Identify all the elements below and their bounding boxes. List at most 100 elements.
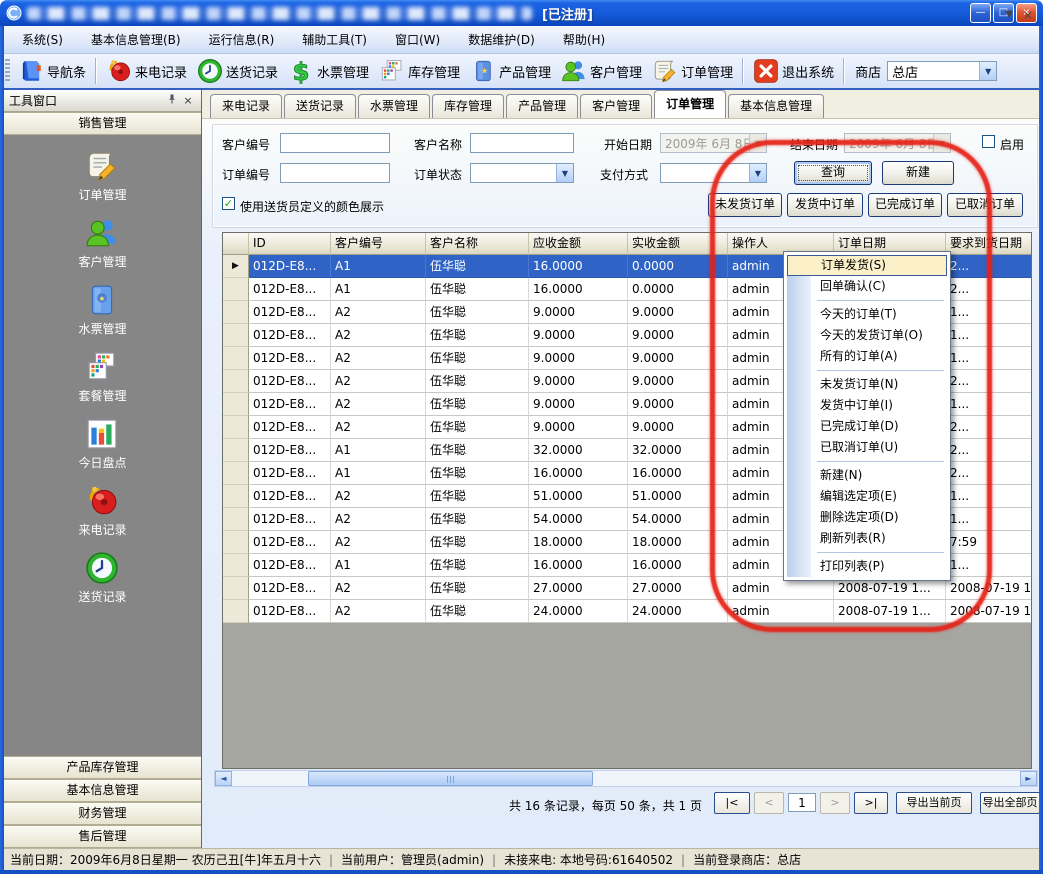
close-icon[interactable]: × (180, 93, 196, 109)
tab-订单管理[interactable]: 订单管理 (654, 90, 726, 118)
sidebar-item-card[interactable]: ★水票管理 (78, 283, 126, 337)
table-cell[interactable]: 0.0000 (628, 255, 728, 278)
sidebar-group[interactable]: 售后管理 (4, 825, 201, 848)
table-cell[interactable]: 9.0000 (628, 393, 728, 416)
table-cell[interactable]: 伍华聪 (426, 508, 529, 531)
context-menu-item[interactable]: 回单确认(C) (787, 276, 947, 297)
context-menu-item[interactable]: 今天的订单(T) (787, 304, 947, 325)
table-cell[interactable]: admin (728, 600, 834, 623)
table-cell[interactable]: 1... (946, 347, 1032, 370)
shop-combobox[interactable]: 总店 ▼ (887, 61, 997, 81)
minimize-button[interactable]: — (970, 3, 991, 23)
menu-item[interactable]: 数据维护(D) (454, 26, 549, 53)
status-filter-button[interactable]: 未发货订单 (708, 193, 782, 217)
new-button[interactable]: 新建 (882, 161, 954, 185)
table-cell[interactable]: 012D-E8... (249, 600, 331, 623)
toolbar-button-notebook[interactable]: 导航条 (13, 56, 91, 86)
table-cell[interactable]: 16.0000 (628, 554, 728, 577)
page-number-input[interactable] (788, 793, 816, 812)
table-cell[interactable]: 1... (946, 393, 1032, 416)
tab-水票管理[interactable]: 水票管理 (358, 94, 430, 118)
table-cell[interactable]: A2 (331, 347, 426, 370)
table-cell[interactable]: 伍华聪 (426, 485, 529, 508)
table-cell[interactable]: 2... (946, 278, 1032, 301)
table-cell[interactable]: 012D-E8... (249, 255, 331, 278)
table-cell[interactable]: 16.0000 (529, 554, 628, 577)
tab-产品管理[interactable]: 产品管理 (506, 94, 578, 118)
grid-column-header[interactable]: 应收金额 (529, 233, 628, 255)
table-cell[interactable]: 9.0000 (628, 370, 728, 393)
table-cell[interactable]: A2 (331, 485, 426, 508)
next-page-button[interactable]: > (820, 792, 850, 814)
table-cell[interactable]: 1... (946, 485, 1032, 508)
table-cell[interactable]: 伍华聪 (426, 278, 529, 301)
start-date-picker[interactable]: 2009年 6月 8日 ▼ (660, 133, 767, 153)
table-cell[interactable]: A2 (331, 416, 426, 439)
sidebar-item-bell[interactable]: 来电记录 (78, 484, 126, 538)
table-cell[interactable]: 24.0000 (529, 600, 628, 623)
pay-method-combobox[interactable]: ▼ (660, 163, 767, 183)
table-cell[interactable]: 32.0000 (529, 439, 628, 462)
table-cell[interactable]: 012D-E8... (249, 554, 331, 577)
table-cell[interactable]: 012D-E8... (249, 508, 331, 531)
table-cell[interactable]: 9.0000 (529, 393, 628, 416)
table-cell[interactable]: 32.0000 (628, 439, 728, 462)
table-cell[interactable]: 012D-E8... (249, 439, 331, 462)
close-icon[interactable]: × (1023, 8, 1033, 22)
context-menu-item[interactable]: 发货中订单(I) (787, 395, 947, 416)
table-cell[interactable]: 9.0000 (529, 370, 628, 393)
end-date-picker[interactable]: 2009年 6月 8日 ▼ (844, 133, 951, 153)
order-no-input[interactable] (280, 163, 390, 183)
toolbar-button-customers[interactable]: 客户管理 (556, 56, 647, 86)
first-page-button[interactable]: |< (714, 792, 750, 814)
export-all-pages-button[interactable]: 导出全部页 (980, 792, 1039, 814)
table-cell[interactable]: 012D-E8... (249, 347, 331, 370)
table-cell[interactable]: 伍华聪 (426, 600, 529, 623)
table-cell[interactable]: 伍华聪 (426, 393, 529, 416)
table-cell[interactable]: 9.0000 (628, 416, 728, 439)
table-cell[interactable]: 54.0000 (529, 508, 628, 531)
prev-page-button[interactable]: < (754, 792, 784, 814)
sidebar-item-chart[interactable]: 今日盘点 (78, 417, 126, 471)
table-cell[interactable]: A2 (331, 324, 426, 347)
menu-item[interactable]: 辅助工具(T) (288, 26, 381, 53)
grid-corner-cell[interactable] (223, 233, 249, 255)
table-cell[interactable]: A2 (331, 301, 426, 324)
table-cell[interactable]: 012D-E8... (249, 370, 331, 393)
tab-库存管理[interactable]: 库存管理 (432, 94, 504, 118)
status-filter-button[interactable]: 已完成订单 (868, 193, 942, 217)
pin-icon[interactable] (164, 93, 180, 109)
table-cell[interactable]: A2 (331, 600, 426, 623)
table-cell[interactable]: 1... (946, 301, 1032, 324)
table-cell[interactable]: 27.0000 (529, 577, 628, 600)
table-cell[interactable]: A1 (331, 278, 426, 301)
table-cell[interactable]: 1... (946, 554, 1032, 577)
table-cell[interactable]: 2... (946, 255, 1032, 278)
menu-item[interactable]: 系统(S) (8, 26, 77, 53)
tab-基本信息管理[interactable]: 基本信息管理 (728, 94, 824, 118)
table-cell[interactable]: 012D-E8... (249, 278, 331, 301)
sidebar-group[interactable]: 财务管理 (4, 802, 201, 825)
table-cell[interactable]: 9.0000 (529, 416, 628, 439)
last-page-button[interactable]: >| (854, 792, 888, 814)
table-cell[interactable]: A1 (331, 255, 426, 278)
context-menu-item[interactable]: 订单发货(S) (787, 255, 947, 276)
context-menu-item[interactable]: 所有的订单(A) (787, 346, 947, 367)
table-cell[interactable]: 012D-E8... (249, 485, 331, 508)
customer-name-input[interactable] (470, 133, 574, 153)
table-cell[interactable]: 0.0000 (628, 278, 728, 301)
table-cell[interactable]: A2 (331, 370, 426, 393)
table-cell[interactable]: 16.0000 (529, 462, 628, 485)
table-cell[interactable]: 伍华聪 (426, 462, 529, 485)
table-cell[interactable]: A2 (331, 508, 426, 531)
table-cell[interactable]: 9.0000 (529, 301, 628, 324)
table-cell[interactable]: 1... (946, 508, 1032, 531)
context-menu-item[interactable]: 编辑选定项(E) (787, 486, 947, 507)
sidebar-group[interactable]: 产品库存管理 (4, 756, 201, 779)
scroll-right-icon[interactable]: ► (1020, 771, 1037, 786)
table-cell[interactable]: 2... (946, 416, 1032, 439)
toolbar-button-grid[interactable]: 库存管理 (374, 56, 465, 86)
context-menu-item[interactable]: 打印列表(P) (787, 556, 947, 577)
color-checkbox[interactable]: ✓ (222, 197, 235, 210)
table-cell[interactable]: 伍华聪 (426, 255, 529, 278)
